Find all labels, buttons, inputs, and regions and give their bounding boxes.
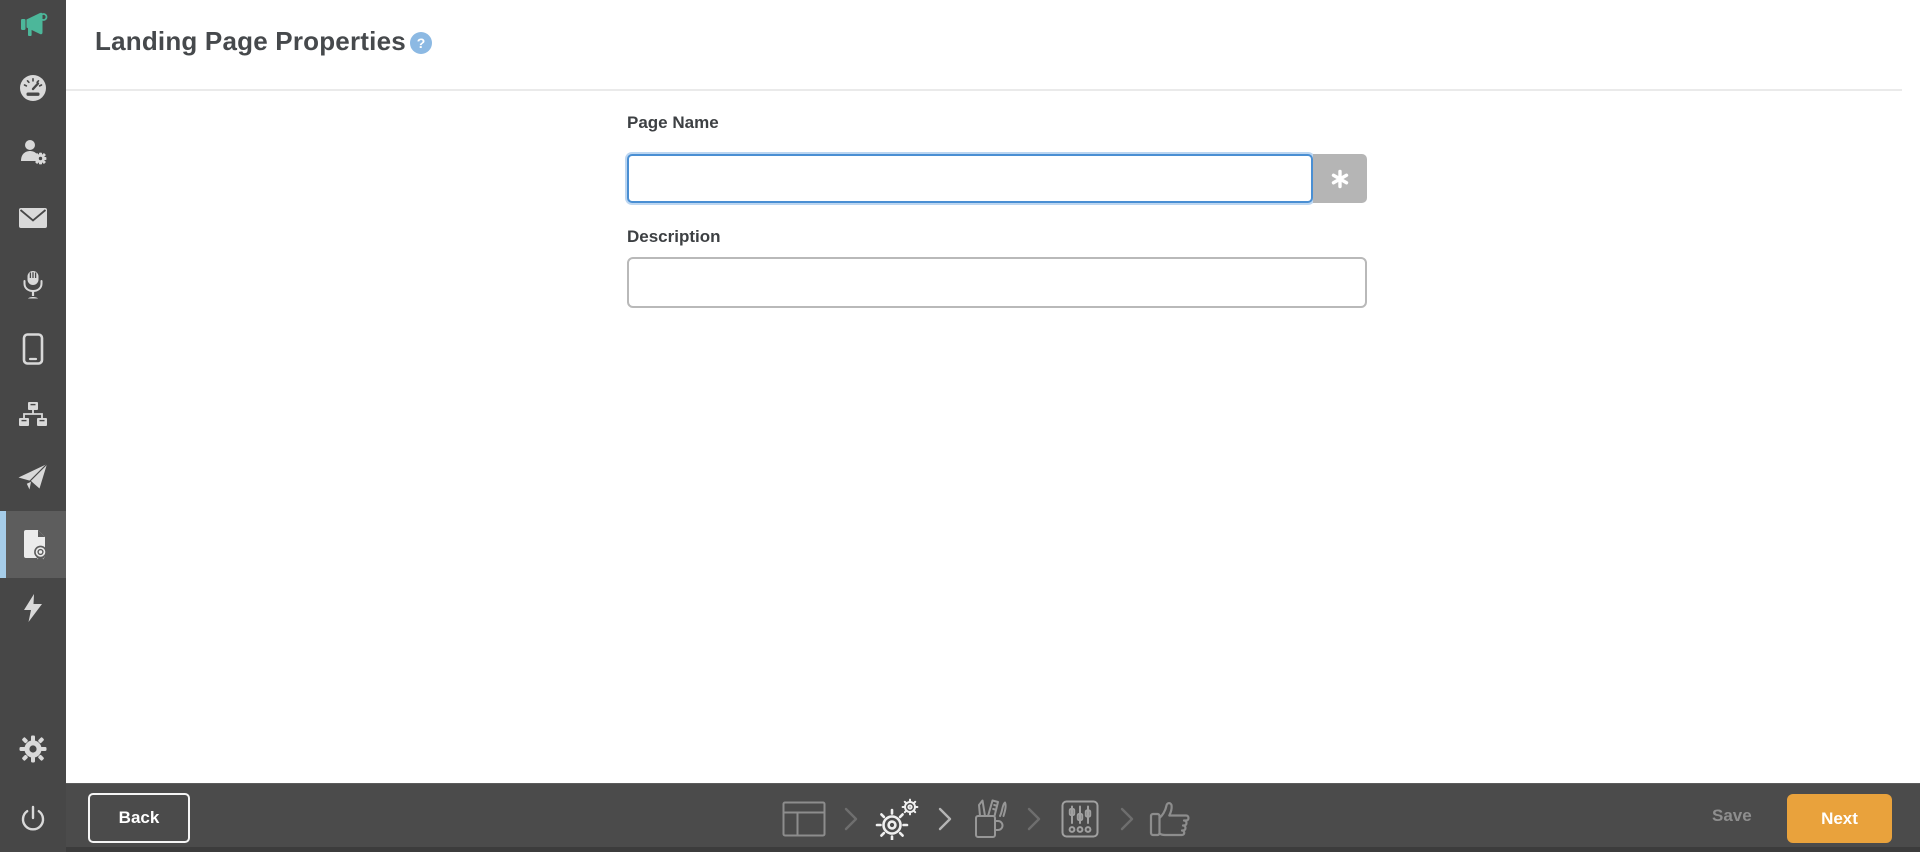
- chevron-right-icon: [1120, 807, 1134, 831]
- asterisk-icon: [1330, 169, 1350, 189]
- sidebar-item-email[interactable]: [0, 185, 66, 251]
- power-icon: [19, 805, 47, 833]
- layout-icon: [782, 801, 826, 837]
- design-tools-icon: [969, 798, 1011, 840]
- gears-icon: [874, 798, 922, 840]
- chevron-right-icon: [938, 807, 952, 831]
- sidebar-item-landing-pages[interactable]: [0, 511, 66, 578]
- microphone-icon: [20, 270, 46, 300]
- page-name-group: [627, 154, 1367, 203]
- page-title: Landing Page Properties: [95, 26, 406, 56]
- sidebar-item-webinar[interactable]: [0, 252, 66, 318]
- sidebar-item-settings[interactable]: [0, 716, 66, 782]
- sidebar-item-logout[interactable]: [0, 786, 66, 852]
- send-plane-icon: [17, 462, 49, 492]
- megaphone-icon: [17, 10, 49, 40]
- description-input[interactable]: [627, 257, 1367, 308]
- sliders-icon: [1061, 800, 1099, 838]
- email-icon: [18, 207, 48, 229]
- mobile-icon: [22, 333, 44, 365]
- main-content: Landing Page Properties ? Page Name Desc…: [66, 0, 1920, 783]
- lightning-icon: [22, 593, 44, 623]
- thumbs-up-icon: [1149, 800, 1195, 838]
- save-button[interactable]: Save: [1712, 784, 1752, 848]
- sidebar-item-home[interactable]: [0, 0, 66, 58]
- landing-page-properties-screen: Landing Page Properties ? Page Name Desc…: [0, 0, 1920, 852]
- sidebar-item-quick-actions[interactable]: [0, 575, 66, 641]
- chevron-right-icon: [844, 807, 858, 831]
- page-name-input[interactable]: [627, 154, 1313, 203]
- header-divider: [66, 89, 1902, 91]
- help-icon[interactable]: ?: [410, 32, 432, 54]
- personalization-button[interactable]: [1313, 154, 1367, 203]
- sidebar-item-dashboard[interactable]: [0, 55, 66, 121]
- contacts-icon: [18, 137, 48, 167]
- landing-page-document-icon: [22, 529, 50, 561]
- back-button[interactable]: Back: [88, 793, 190, 843]
- settings-gear-icon: [19, 735, 47, 763]
- page-name-label: Page Name: [627, 113, 719, 132]
- sidebar-item-mobile[interactable]: [0, 316, 66, 382]
- sidebar-item-contacts[interactable]: [0, 119, 66, 185]
- sidebar-item-outbound[interactable]: [0, 444, 66, 510]
- automation-sitemap-icon: [18, 401, 48, 429]
- sidebar-nav: [0, 0, 66, 852]
- sidebar-item-automation[interactable]: [0, 382, 66, 448]
- footer-bar: Back Save Next: [0, 783, 1920, 852]
- dashboard-icon: [18, 73, 48, 103]
- next-button[interactable]: Next: [1787, 794, 1892, 843]
- chevron-right-icon: [1027, 807, 1041, 831]
- description-label: Description: [627, 227, 721, 246]
